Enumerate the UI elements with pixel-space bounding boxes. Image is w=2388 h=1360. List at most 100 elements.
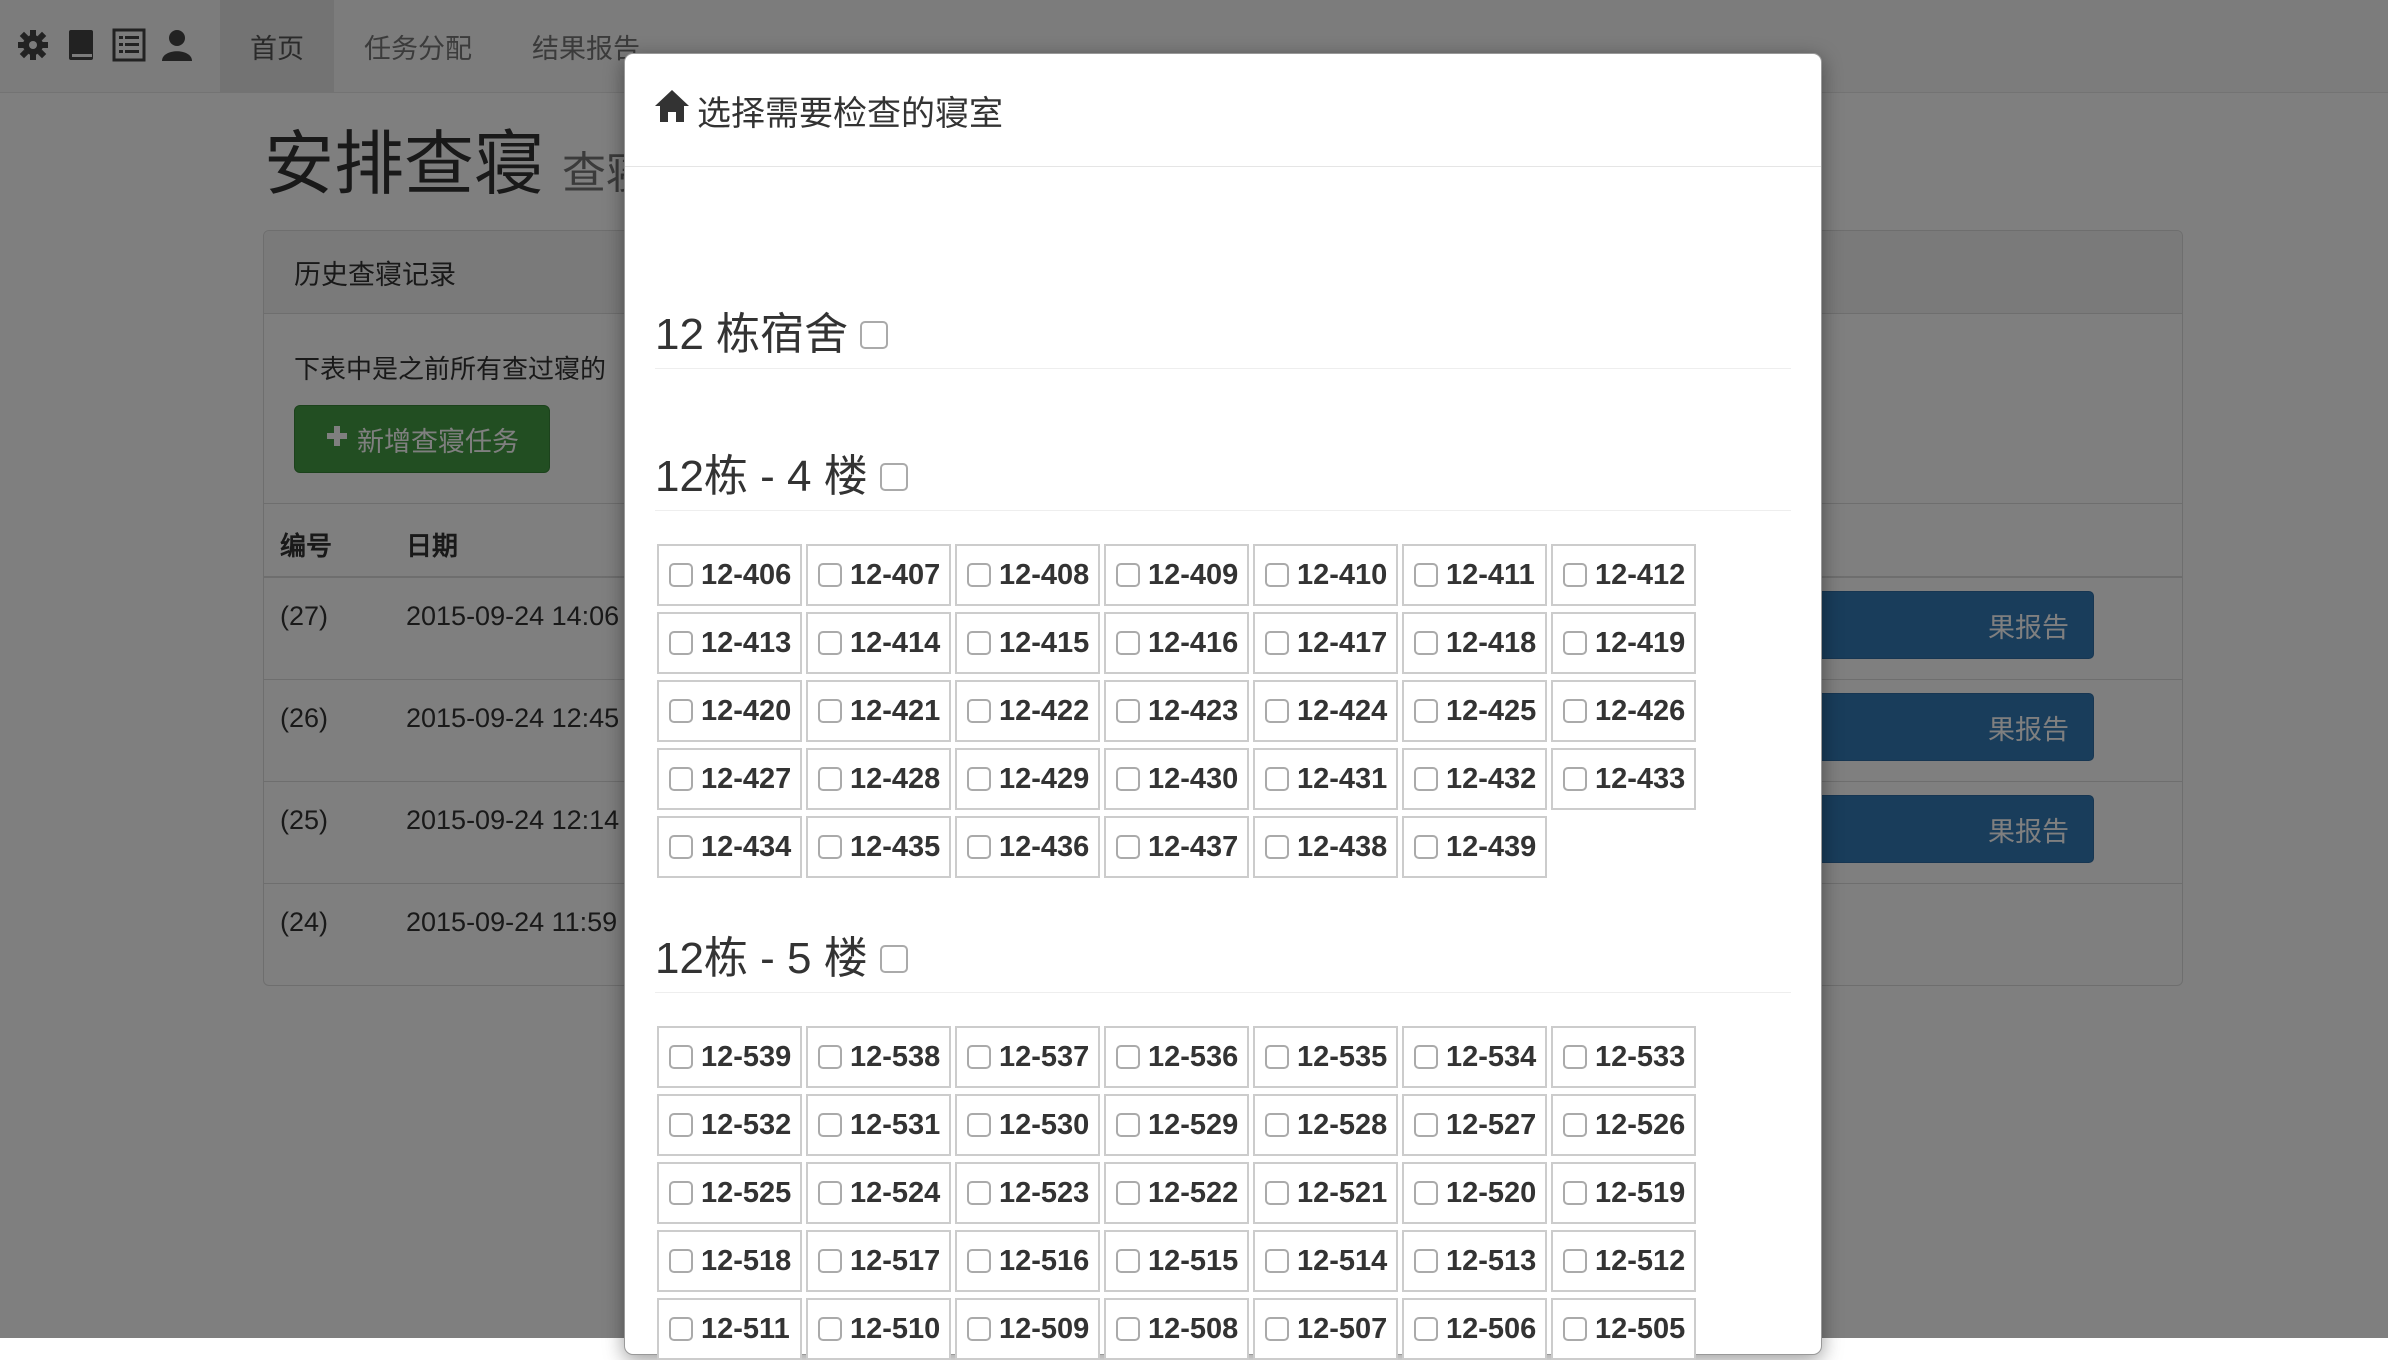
room-checkbox[interactable] (1563, 631, 1587, 655)
room-checkbox[interactable] (1414, 1317, 1438, 1341)
room-option[interactable]: 12-429 (955, 748, 1100, 810)
room-option[interactable]: 12-434 (657, 816, 802, 878)
room-option[interactable]: 12-413 (657, 612, 802, 674)
room-option[interactable]: 12-436 (955, 816, 1100, 878)
room-checkbox[interactable] (818, 631, 842, 655)
room-option[interactable]: 12-520 (1402, 1162, 1547, 1224)
room-checkbox[interactable] (818, 1249, 842, 1273)
room-checkbox[interactable] (1116, 1181, 1140, 1205)
room-option[interactable]: 12-518 (657, 1230, 802, 1292)
room-option[interactable]: 12-524 (806, 1162, 951, 1224)
room-option[interactable]: 12-525 (657, 1162, 802, 1224)
room-option[interactable]: 12-522 (1104, 1162, 1249, 1224)
room-checkbox[interactable] (818, 1317, 842, 1341)
floor-checkbox[interactable] (879, 945, 908, 973)
room-checkbox[interactable] (1116, 1113, 1140, 1137)
room-option[interactable]: 12-424 (1253, 680, 1398, 742)
room-checkbox[interactable] (818, 835, 842, 859)
room-checkbox[interactable] (669, 1181, 693, 1205)
room-checkbox[interactable] (1116, 1317, 1140, 1341)
room-option[interactable]: 12-432 (1402, 748, 1547, 810)
room-option[interactable]: 12-417 (1253, 612, 1398, 674)
room-checkbox[interactable] (669, 1317, 693, 1341)
room-option[interactable]: 12-437 (1104, 816, 1249, 878)
room-option[interactable]: 12-510 (806, 1298, 951, 1360)
room-option[interactable]: 12-511 (657, 1298, 802, 1360)
room-checkbox[interactable] (818, 563, 842, 587)
room-checkbox[interactable] (1563, 767, 1587, 791)
room-checkbox[interactable] (1116, 835, 1140, 859)
room-checkbox[interactable] (1116, 699, 1140, 723)
room-checkbox[interactable] (669, 1249, 693, 1273)
room-option[interactable]: 12-414 (806, 612, 951, 674)
room-checkbox[interactable] (1265, 563, 1289, 587)
building-checkbox[interactable] (860, 321, 889, 349)
room-checkbox[interactable] (1414, 1181, 1438, 1205)
room-checkbox[interactable] (1265, 1181, 1289, 1205)
room-checkbox[interactable] (1414, 563, 1438, 587)
room-option[interactable]: 12-517 (806, 1230, 951, 1292)
room-option[interactable]: 12-409 (1104, 544, 1249, 606)
room-option[interactable]: 12-512 (1551, 1230, 1696, 1292)
room-checkbox[interactable] (818, 1045, 842, 1069)
room-option[interactable]: 12-526 (1551, 1094, 1696, 1156)
room-checkbox[interactable] (1414, 767, 1438, 791)
room-option[interactable]: 12-412 (1551, 544, 1696, 606)
room-checkbox[interactable] (1265, 631, 1289, 655)
room-checkbox[interactable] (967, 1045, 991, 1069)
room-option[interactable]: 12-519 (1551, 1162, 1696, 1224)
room-option[interactable]: 12-505 (1551, 1298, 1696, 1360)
room-checkbox[interactable] (1414, 1113, 1438, 1137)
room-checkbox[interactable] (669, 631, 693, 655)
room-checkbox[interactable] (1563, 1181, 1587, 1205)
room-checkbox[interactable] (1414, 699, 1438, 723)
room-checkbox[interactable] (1116, 563, 1140, 587)
room-option[interactable]: 12-427 (657, 748, 802, 810)
room-option[interactable]: 12-420 (657, 680, 802, 742)
room-checkbox[interactable] (1563, 1113, 1587, 1137)
room-option[interactable]: 12-426 (1551, 680, 1696, 742)
room-option[interactable]: 12-515 (1104, 1230, 1249, 1292)
room-checkbox[interactable] (669, 699, 693, 723)
room-checkbox[interactable] (1414, 835, 1438, 859)
room-checkbox[interactable] (967, 835, 991, 859)
room-checkbox[interactable] (1563, 699, 1587, 723)
room-option[interactable]: 12-507 (1253, 1298, 1398, 1360)
room-option[interactable]: 12-508 (1104, 1298, 1249, 1360)
room-option[interactable]: 12-418 (1402, 612, 1547, 674)
room-option[interactable]: 12-539 (657, 1026, 802, 1088)
room-checkbox[interactable] (1563, 563, 1587, 587)
room-checkbox[interactable] (1265, 835, 1289, 859)
room-option[interactable]: 12-537 (955, 1026, 1100, 1088)
room-checkbox[interactable] (1116, 767, 1140, 791)
room-checkbox[interactable] (1116, 1045, 1140, 1069)
room-option[interactable]: 12-506 (1402, 1298, 1547, 1360)
room-checkbox[interactable] (818, 1113, 842, 1137)
room-checkbox[interactable] (1265, 767, 1289, 791)
room-checkbox[interactable] (967, 1317, 991, 1341)
room-checkbox[interactable] (669, 767, 693, 791)
room-option[interactable]: 12-406 (657, 544, 802, 606)
room-checkbox[interactable] (669, 835, 693, 859)
room-checkbox[interactable] (967, 1181, 991, 1205)
room-option[interactable]: 12-407 (806, 544, 951, 606)
room-checkbox[interactable] (967, 767, 991, 791)
room-option[interactable]: 12-538 (806, 1026, 951, 1088)
room-option[interactable]: 12-425 (1402, 680, 1547, 742)
room-option[interactable]: 12-527 (1402, 1094, 1547, 1156)
room-checkbox[interactable] (1265, 1113, 1289, 1137)
room-checkbox[interactable] (669, 1045, 693, 1069)
room-option[interactable]: 12-534 (1402, 1026, 1547, 1088)
room-option[interactable]: 12-435 (806, 816, 951, 878)
room-option[interactable]: 12-514 (1253, 1230, 1398, 1292)
room-option[interactable]: 12-516 (955, 1230, 1100, 1292)
room-option[interactable]: 12-528 (1253, 1094, 1398, 1156)
room-checkbox[interactable] (1116, 1249, 1140, 1273)
room-checkbox[interactable] (967, 699, 991, 723)
room-checkbox[interactable] (1265, 699, 1289, 723)
room-option[interactable]: 12-438 (1253, 816, 1398, 878)
room-option[interactable]: 12-433 (1551, 748, 1696, 810)
room-checkbox[interactable] (1563, 1249, 1587, 1273)
room-option[interactable]: 12-535 (1253, 1026, 1398, 1088)
room-option[interactable]: 12-509 (955, 1298, 1100, 1360)
